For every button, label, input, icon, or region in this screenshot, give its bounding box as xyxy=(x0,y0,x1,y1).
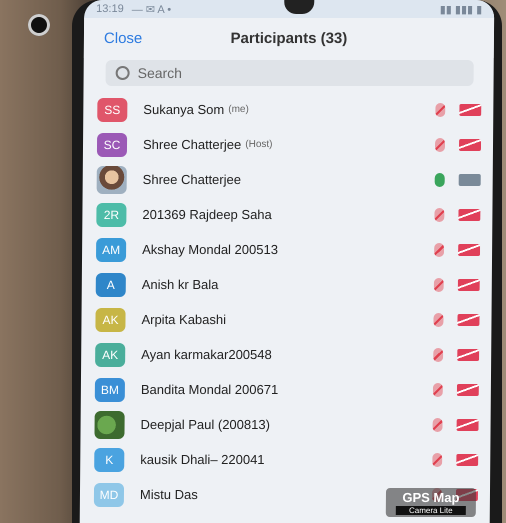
search-input[interactable]: Search xyxy=(105,60,474,86)
participant-name: Sukanya Som xyxy=(143,102,225,117)
participant-name: Shree Chatterjee xyxy=(142,137,242,152)
participant-row[interactable]: A Anish kr Bala xyxy=(82,267,492,302)
mic-muted-icon[interactable] xyxy=(434,242,445,257)
mic-on-icon[interactable] xyxy=(434,172,445,187)
avatar: AK xyxy=(95,342,126,367)
search-icon xyxy=(115,66,130,80)
avatar: K xyxy=(94,447,125,472)
participant-name: Arpita Kabashi xyxy=(141,312,227,327)
video-off-icon[interactable] xyxy=(458,138,482,151)
participant-row[interactable]: Deepjal Paul (200813) xyxy=(80,407,490,442)
participant-name: 201369 Rajdeep Saha xyxy=(142,207,272,222)
video-off-icon[interactable] xyxy=(456,453,479,466)
avatar: MD xyxy=(93,482,125,507)
participant-name: Anish kr Bala xyxy=(141,277,219,292)
mic-muted-icon[interactable] xyxy=(435,102,446,117)
avatar: BM xyxy=(94,377,125,402)
watermark-subtitle: Camera Lite xyxy=(395,506,466,515)
participant-row[interactable]: Kkausik Dhali– 220041 xyxy=(80,442,490,477)
participant-role-tag: (me) xyxy=(228,104,249,115)
watermark-title: GPS Map xyxy=(402,490,460,505)
mic-muted-icon[interactable] xyxy=(433,347,444,362)
close-button[interactable]: Close xyxy=(104,30,143,47)
mic-muted-icon[interactable] xyxy=(433,312,444,327)
participant-row[interactable]: AK Arpita Kabashi xyxy=(81,302,491,337)
video-off-icon[interactable] xyxy=(458,208,481,221)
participant-row[interactable]: AM Akshay Mondal 200513 xyxy=(82,232,492,267)
avatar-photo xyxy=(94,410,125,439)
participant-name: kausik Dhali– 220041 xyxy=(140,452,265,467)
video-off-icon[interactable] xyxy=(457,278,480,291)
participants-header: Close Participants (33) xyxy=(83,18,495,58)
avatar: A xyxy=(95,272,126,297)
video-off-icon[interactable] xyxy=(458,243,481,256)
gps-map-watermark: GPS Map Camera Lite xyxy=(385,488,477,517)
status-time: 13:19 xyxy=(96,3,124,15)
avatar-photo xyxy=(96,165,127,194)
participant-role-tag: (Host) xyxy=(245,139,273,150)
participant-row[interactable]: Shree Chatterjee xyxy=(83,162,493,197)
video-off-icon[interactable] xyxy=(456,383,479,396)
participant-row[interactable]: 2R 201369 Rajdeep Saha xyxy=(82,197,492,232)
status-icons-left: — ✉ A • xyxy=(131,3,172,16)
mic-muted-icon[interactable] xyxy=(432,417,443,432)
status-icons-right: ▮▮ ▮▮▮ ▮ xyxy=(439,3,483,16)
mic-muted-icon[interactable] xyxy=(433,277,444,292)
phone-screen: 13:19 — ✉ A • ▮▮ ▮▮▮ ▮ Close Participant… xyxy=(79,0,495,523)
mic-muted-icon[interactable] xyxy=(434,207,445,222)
participant-name: Ayan karmakar200548 xyxy=(141,347,272,362)
participant-name: Mistu Das xyxy=(139,487,198,502)
avatar: SS xyxy=(97,97,128,122)
video-off-icon[interactable] xyxy=(459,103,482,116)
video-off-icon[interactable] xyxy=(457,313,480,326)
participant-name: Bandita Mondal 200671 xyxy=(140,382,279,397)
avatar: AM xyxy=(96,237,127,262)
mic-muted-icon[interactable] xyxy=(432,452,443,467)
camera-lens xyxy=(28,14,50,36)
participant-row[interactable]: AK Ayan karmakar200548 xyxy=(81,337,491,372)
search-placeholder: Search xyxy=(137,65,183,81)
participant-name: Deepjal Paul (200813) xyxy=(140,417,271,432)
page-title: Participants (33) xyxy=(230,29,348,47)
participant-row[interactable]: SC Shree Chatterjee (Host) xyxy=(83,127,493,162)
participant-name: Akshay Mondal 200513 xyxy=(142,242,279,257)
video-on-icon[interactable] xyxy=(458,173,481,186)
mic-muted-icon[interactable] xyxy=(434,137,446,152)
video-off-icon[interactable] xyxy=(456,418,479,431)
participant-row[interactable]: SS Sukanya Som (me) xyxy=(83,92,493,127)
mic-muted-icon[interactable] xyxy=(432,382,443,397)
participant-row[interactable]: BM Bandita Mondal 200671 xyxy=(81,372,491,407)
avatar: AK xyxy=(95,307,126,332)
avatar: SC xyxy=(96,132,128,157)
participant-list: SS Sukanya Som (me) SC Shree Chatterjee (Host… xyxy=(80,92,494,523)
video-off-icon[interactable] xyxy=(457,348,480,361)
participant-name: Shree Chatterjee xyxy=(142,172,242,187)
avatar: 2R xyxy=(96,202,127,227)
